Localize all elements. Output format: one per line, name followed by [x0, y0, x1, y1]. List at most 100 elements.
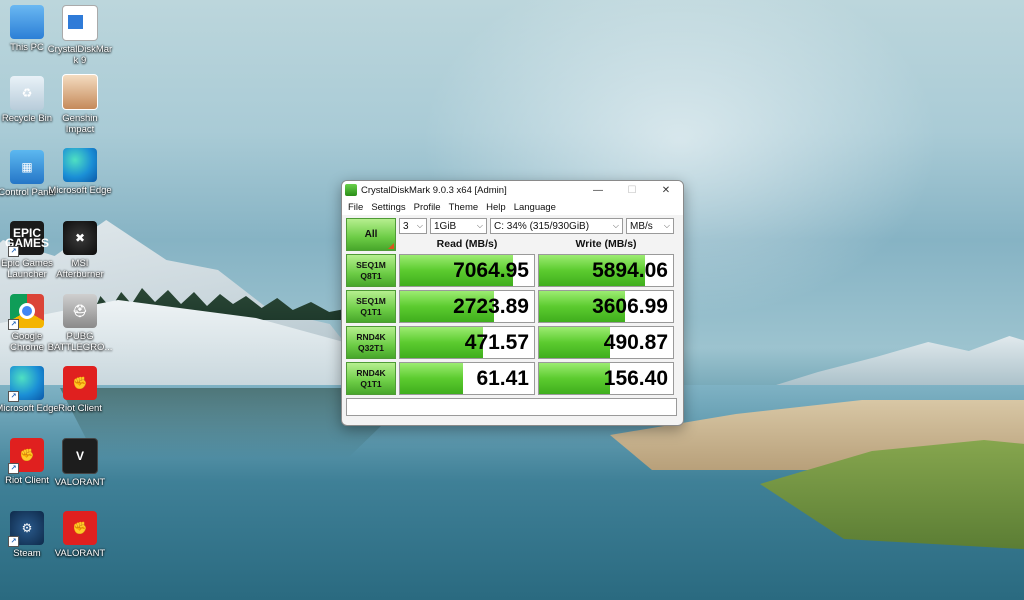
test-size-value: 1GiB — [434, 220, 457, 232]
write-value: 490.87 — [603, 330, 668, 354]
minimize-button[interactable]: — — [581, 181, 615, 199]
edge-icon — [63, 148, 97, 182]
valorant-icon: V — [62, 438, 98, 474]
menu-settings[interactable]: Settings — [367, 202, 409, 213]
desktop-icon-label: Genshin Impact — [62, 113, 98, 135]
write-result: 490.87 — [538, 326, 674, 359]
wallpaper-mountain-right — [760, 336, 1024, 390]
write-progress-bar — [539, 363, 611, 394]
read-value: 7064.95 — [453, 258, 529, 282]
pubg-helmet-icon: ⛑ — [63, 294, 97, 328]
test-count-value: 3 — [403, 220, 409, 232]
test-params: Q1T1 — [360, 306, 382, 317]
control-panel-icon: ▦ — [10, 150, 44, 184]
maximize-button[interactable]: ☐ — [615, 181, 649, 199]
write-value: 156.40 — [603, 366, 668, 390]
write-result: 156.40 — [538, 362, 674, 395]
title-bar[interactable]: CrystalDiskMark 9.0.3 x64 [Admin] — ☐ ✕ — [342, 181, 683, 199]
chevron-down-icon: ⌵ — [663, 221, 670, 230]
riot-fist-icon: ✊ — [63, 511, 97, 545]
benchmark-panel: All 3 ⌵ 1GiB ⌵ C: 34% (315/930GiB) ⌵ MB/… — [342, 215, 683, 416]
comment-input[interactable] — [346, 398, 677, 416]
epic-games-icon: EPIC GAMES ↗ — [5, 221, 49, 257]
read-result: 61.41 — [399, 362, 535, 395]
unit-select[interactable]: MB/s ⌵ — [626, 218, 674, 234]
read-value: 2723.89 — [453, 294, 529, 318]
test-row: SEQ1M Q1T1 2723.89 3606.99 — [346, 290, 679, 323]
crystaldiskmark-file-icon — [62, 5, 98, 41]
test-count-select[interactable]: 3 ⌵ — [399, 218, 427, 234]
read-value: 471.57 — [464, 330, 529, 354]
test-row: SEQ1M Q8T1 7064.95 5894.06 — [346, 254, 679, 287]
test-params: Q32T1 — [358, 342, 384, 353]
desktop-icon-label: Riot Client — [58, 403, 102, 414]
drive-value: C: 34% (315/930GiB) — [494, 220, 590, 232]
test-name: SEQ1M — [356, 259, 386, 270]
riot-fist-icon: ✊ ↗ — [8, 438, 44, 474]
desktop-icon-msi-afterburner[interactable]: ✖ MSI Afterburner — [47, 221, 113, 280]
desktop-icon-label: PUBG BATTLEGRO... — [47, 331, 113, 353]
unit-value: MB/s — [630, 220, 653, 232]
desktop-icon-label: MSI Afterburner — [56, 258, 104, 280]
test-button-rnd4k-q1t1[interactable]: RND4K Q1T1 — [346, 362, 396, 395]
chevron-down-icon: ⌵ — [612, 221, 619, 230]
test-name: SEQ1M — [356, 295, 386, 306]
desktop-icon-riot-client[interactable]: ✊ Riot Client — [47, 366, 113, 414]
chevron-down-icon: ⌵ — [476, 221, 483, 230]
test-name: RND4K — [356, 367, 386, 378]
menu-theme[interactable]: Theme — [445, 202, 483, 213]
desktop-icon-pubg[interactable]: ⛑ PUBG BATTLEGRO... — [47, 294, 113, 353]
drive-select[interactable]: C: 34% (315/930GiB) ⌵ — [490, 218, 623, 234]
read-result: 471.57 — [399, 326, 535, 359]
shortcut-arrow-icon: ↗ — [8, 319, 19, 330]
crystaldiskmark-window: CrystalDiskMark 9.0.3 x64 [Admin] — ☐ ✕ … — [341, 180, 684, 426]
shortcut-arrow-icon: ↗ — [8, 536, 19, 547]
genshin-impact-icon — [62, 74, 98, 110]
test-size-select[interactable]: 1GiB ⌵ — [430, 218, 487, 234]
edge-icon: ↗ — [8, 366, 44, 402]
read-value: 61.41 — [476, 366, 529, 390]
chevron-down-icon: ⌵ — [416, 221, 423, 230]
desktop-icon-label: VALORANT — [54, 548, 106, 559]
desktop-icon-microsoft-edge[interactable]: Microsoft Edge — [47, 148, 113, 196]
read-result: 7064.95 — [399, 254, 535, 287]
menu-bar: File Settings Profile Theme Help Languag… — [342, 199, 683, 215]
app-icon — [345, 184, 357, 196]
shortcut-arrow-icon: ↗ — [8, 463, 19, 474]
read-progress-bar — [400, 363, 463, 394]
run-all-button[interactable]: All — [346, 218, 396, 251]
test-params: Q1T1 — [360, 378, 382, 389]
menu-profile[interactable]: Profile — [410, 202, 445, 213]
menu-language[interactable]: Language — [510, 202, 560, 213]
write-value: 3606.99 — [592, 294, 668, 318]
monitor-icon — [10, 5, 44, 39]
msi-afterburner-icon: ✖ — [63, 221, 97, 255]
test-name: RND4K — [356, 331, 386, 342]
desktop-icon-label: Microsoft Edge — [48, 185, 112, 196]
desktop-icon-label: CrystalDiskMark 9 — [47, 44, 113, 66]
window-title: CrystalDiskMark 9.0.3 x64 [Admin] — [361, 184, 507, 196]
test-button-rnd4k-q32t1[interactable]: RND4K Q32T1 — [346, 326, 396, 359]
desktop-icon-valorant-2[interactable]: ✊ VALORANT — [47, 511, 113, 559]
read-result: 2723.89 — [399, 290, 535, 323]
read-header: Read (MB/s) — [436, 238, 498, 250]
write-header: Write (MB/s) — [575, 238, 637, 250]
write-value: 5894.06 — [592, 258, 668, 282]
test-button-seq1m-q1t1[interactable]: SEQ1M Q1T1 — [346, 290, 396, 323]
chrome-icon: ↗ — [8, 294, 44, 330]
recycle-bin-icon: ♻ — [10, 76, 44, 110]
close-button[interactable]: ✕ — [649, 181, 683, 199]
desktop-icon-genshin-impact[interactable]: Genshin Impact — [47, 74, 113, 135]
menu-help[interactable]: Help — [482, 202, 510, 213]
shortcut-arrow-icon: ↗ — [8, 246, 19, 257]
shortcut-arrow-icon: ↗ — [8, 391, 19, 402]
test-row: RND4K Q1T1 61.41 156.40 — [346, 362, 679, 395]
riot-fist-icon: ✊ — [63, 366, 97, 400]
menu-file[interactable]: File — [344, 202, 367, 213]
desktop-icon-valorant[interactable]: V VALORANT — [47, 438, 113, 488]
desktop-icon-crystaldiskmark[interactable]: CrystalDiskMark 9 — [47, 5, 113, 66]
write-progress-bar — [539, 327, 611, 358]
test-button-seq1m-q8t1[interactable]: SEQ1M Q8T1 — [346, 254, 396, 287]
write-result: 3606.99 — [538, 290, 674, 323]
write-result: 5894.06 — [538, 254, 674, 287]
